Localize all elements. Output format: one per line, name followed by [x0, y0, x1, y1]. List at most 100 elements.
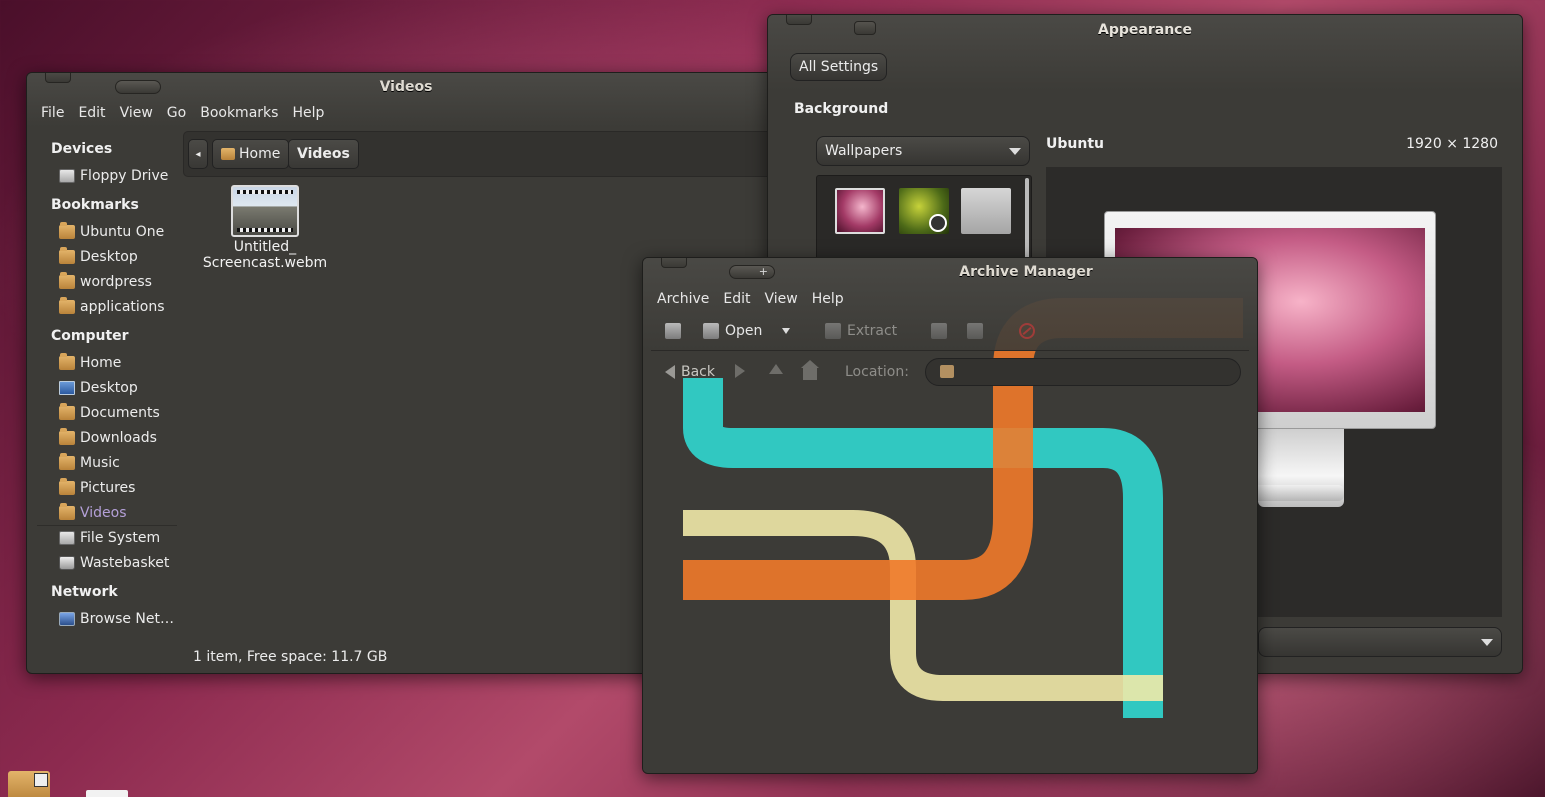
sidebar-item-wastebasket[interactable]: Wastebasket — [59, 555, 169, 571]
extract-icon — [825, 323, 841, 339]
up-arrow-icon — [769, 364, 783, 374]
add-files-button[interactable] — [931, 323, 947, 339]
folder-icon — [59, 297, 75, 314]
sidebar-item-label: Pictures — [80, 480, 136, 496]
chevron-down-icon — [1481, 639, 1493, 646]
trash-icon — [59, 556, 75, 570]
home-button[interactable] — [801, 360, 819, 380]
menu-file[interactable]: File — [34, 105, 71, 121]
menu-bookmarks[interactable]: Bookmarks — [193, 105, 285, 121]
folder-icon — [59, 222, 75, 239]
wallpaper-name: Ubuntu — [1046, 136, 1104, 152]
sidebar-item-applications[interactable]: applications — [59, 297, 165, 315]
window-buttons[interactable]: + — [729, 265, 775, 279]
extract-button[interactable]: Extract — [825, 323, 897, 339]
sidebar-item-browse-network[interactable]: Browse Net… — [59, 611, 174, 627]
add-folder-icon — [967, 323, 983, 339]
sidebar-item-label: Ubuntu One — [80, 224, 165, 240]
documents-folder-icon — [59, 403, 75, 420]
stop-button[interactable] — [1019, 323, 1035, 339]
sidebar-item-desktop-bookmark[interactable]: Desktop — [59, 247, 138, 265]
home-folder-icon — [59, 353, 75, 370]
theme-combo[interactable] — [1258, 627, 1502, 657]
path-home-button[interactable]: Home — [212, 139, 290, 169]
appearance-title: Appearance — [1098, 22, 1192, 38]
sidebar-item-desktop[interactable]: Desktop — [59, 380, 138, 396]
wallpaper-thumb-grey[interactable] — [961, 188, 1011, 234]
location-field[interactable] — [925, 358, 1241, 386]
sidebar-item-documents[interactable]: Documents — [59, 403, 160, 421]
sidebar-divider — [37, 525, 177, 526]
status-bar: 1 item, Free space: 11.7 GB — [193, 649, 388, 665]
sidebar-item-label: applications — [80, 299, 165, 315]
desktop-file-icon[interactable] — [86, 790, 128, 797]
menu-help[interactable]: Help — [285, 105, 331, 121]
hard-drive-icon — [59, 531, 75, 545]
sidebar-item-music[interactable]: Music — [59, 453, 120, 471]
sidebar-header-computer: Computer — [51, 328, 129, 344]
wallpaper-thumb-green[interactable] — [899, 188, 949, 234]
path-home-label: Home — [239, 146, 281, 162]
folder-icon — [59, 247, 75, 264]
home-icon — [801, 360, 819, 380]
file-name[interactable]: Untitled_ Screencast.webm — [195, 239, 335, 271]
wallpapers-combo[interactable]: Wallpapers — [816, 136, 1030, 166]
sidebar-item-pictures[interactable]: Pictures — [59, 478, 136, 496]
folder-icon — [940, 365, 954, 378]
back-arrow-icon — [665, 365, 675, 379]
sidebar-item-downloads[interactable]: Downloads — [59, 428, 157, 446]
file-name-line1: Untitled_ — [233, 239, 297, 255]
sidebar-item-file-system[interactable]: File System — [59, 530, 160, 546]
sidebar-item-label: Desktop — [80, 380, 138, 396]
menu-archive[interactable]: Archive — [650, 291, 716, 307]
forward-button[interactable] — [735, 364, 745, 378]
menu-edit[interactable]: Edit — [71, 105, 112, 121]
sidebar-item-label: Documents — [80, 405, 160, 421]
network-icon — [59, 612, 75, 626]
menu-go[interactable]: Go — [160, 105, 193, 121]
chevron-down-icon[interactable] — [782, 328, 791, 334]
sidebar-item-videos[interactable]: Videos — [59, 503, 127, 521]
up-button[interactable] — [769, 364, 783, 374]
open-label: Open — [725, 323, 763, 339]
sidebar-item-ubuntu-one[interactable]: Ubuntu One — [59, 222, 165, 240]
selected-check-icon — [929, 214, 947, 232]
sidebar-item-label: Desktop — [80, 249, 138, 265]
path-back-button[interactable]: ◂ — [188, 139, 208, 169]
sidebar-item-wordpress[interactable]: wordpress — [59, 272, 152, 290]
sidebar-item-floppy[interactable]: Floppy Drive — [59, 168, 168, 184]
sidebar-item-label: Videos — [80, 505, 127, 521]
path-videos-button[interactable]: Videos — [288, 139, 359, 169]
home-icon — [221, 148, 235, 160]
add-folder-button[interactable] — [967, 323, 983, 339]
sidebar-item-label: Floppy Drive — [80, 168, 169, 184]
sidebar-item-label: Browse Net… — [80, 611, 175, 627]
extract-label: Extract — [847, 323, 898, 339]
location-label: Location: — [845, 364, 909, 380]
wallpaper-thumb-ubuntu[interactable] — [835, 188, 885, 234]
video-thumbnail-icon[interactable] — [231, 185, 299, 237]
all-settings-button[interactable]: All Settings — [790, 53, 888, 81]
wallpaper-size: 1920 × 1280 — [1406, 136, 1498, 152]
desktop-folder-icon[interactable] — [8, 771, 50, 797]
files-menubar: File Edit View Go Bookmarks Help — [34, 105, 331, 121]
sidebar-header-bookmarks: Bookmarks — [51, 197, 139, 213]
back-button[interactable]: Back — [665, 364, 715, 380]
new-archive-button[interactable] — [665, 323, 681, 339]
menu-help[interactable]: Help — [805, 291, 851, 307]
sidebar-header-devices: Devices — [51, 141, 113, 157]
add-files-icon — [931, 323, 947, 339]
location-label-text: Location: — [845, 364, 909, 380]
sidebar-item-home[interactable]: Home — [59, 353, 121, 371]
desktop-icon — [59, 381, 75, 395]
open-button[interactable]: Open — [703, 323, 791, 339]
toolbar-divider — [651, 350, 1249, 351]
sidebar-item-label: Downloads — [80, 430, 157, 446]
menu-view[interactable]: View — [113, 105, 160, 121]
floppy-drive-icon — [59, 169, 75, 183]
window-control[interactable] — [661, 258, 687, 268]
videos-folder-icon — [59, 503, 75, 520]
sidebar-item-label: wordpress — [80, 274, 152, 290]
menu-edit[interactable]: Edit — [716, 291, 757, 307]
menu-view[interactable]: View — [758, 291, 805, 307]
